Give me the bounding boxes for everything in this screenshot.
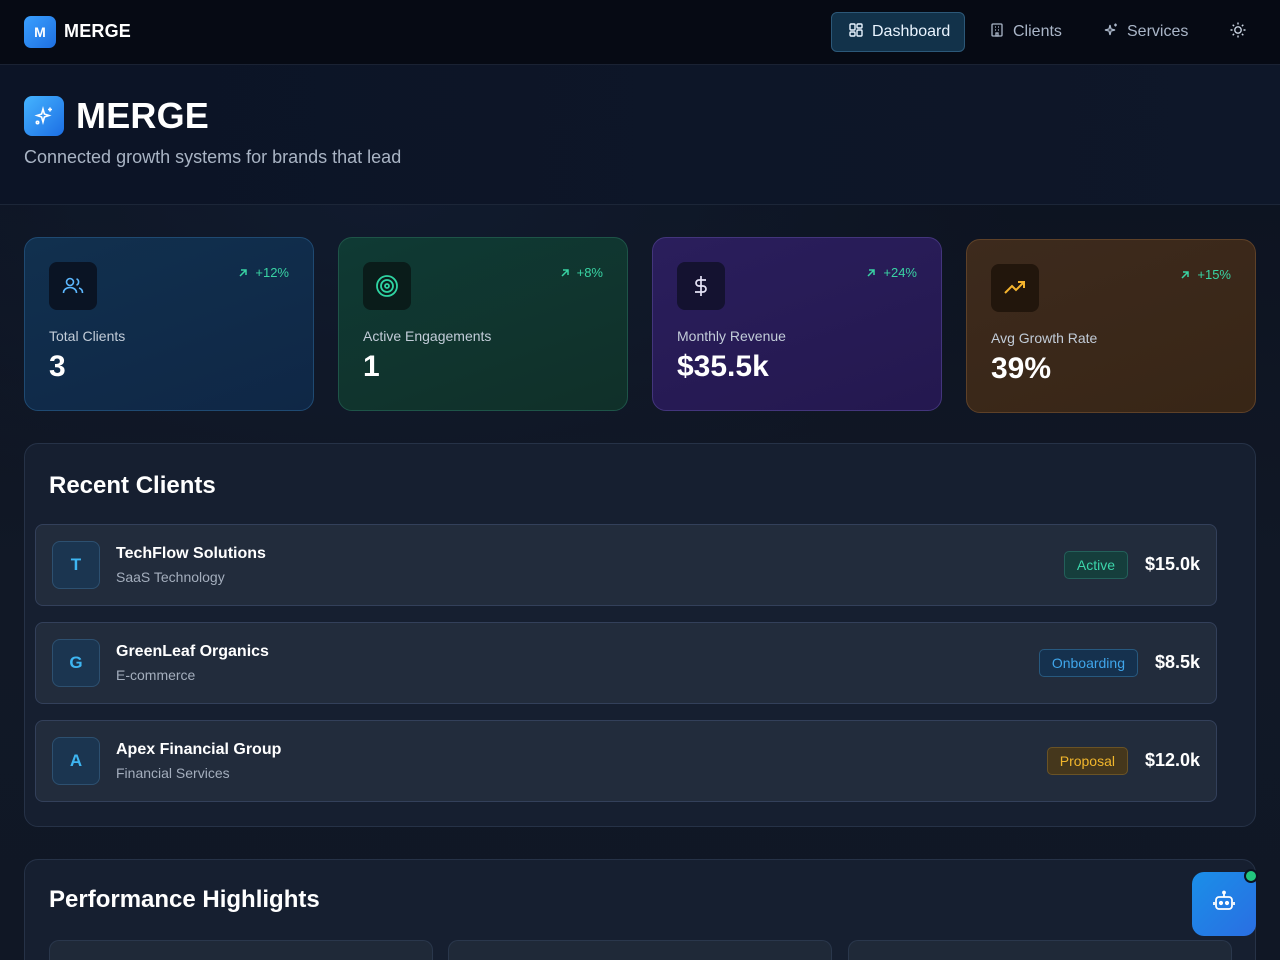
stat-value: 3 — [49, 350, 66, 383]
arrow-up-right-icon — [867, 268, 876, 277]
client-row[interactable]: T TechFlow Solutions SaaS Technology Act… — [35, 524, 1217, 606]
client-amount: $12.0k — [1144, 750, 1200, 770]
performance-title: Performance Highlights — [49, 886, 320, 913]
page-subtitle: Connected growth systems for brands that… — [24, 147, 402, 167]
stat-change-value: +12% — [255, 265, 289, 280]
trending-up-icon — [991, 264, 1039, 312]
target-icon — [363, 262, 411, 310]
status-badge: Proposal — [1046, 747, 1128, 775]
stat-card-total-clients[interactable]: +12% Total Clients 3 — [24, 237, 314, 411]
stat-card-avg-growth-rate[interactable]: +15% Avg Growth Rate 39% — [966, 239, 1256, 413]
top-navbar: M MERGE Dashboard Clients Services — [0, 0, 1280, 65]
stat-value: 39% — [991, 352, 1052, 385]
status-badge: Active — [1063, 551, 1128, 579]
client-name: Apex Financial Group — [116, 741, 282, 758]
hero-section: MERGE Connected growth systems for brand… — [0, 65, 1280, 205]
logo-text[interactable]: MERGE — [64, 21, 131, 42]
recent-clients-panel: Recent Clients T TechFlow Solutions SaaS… — [24, 443, 1256, 827]
client-industry: E-commerce — [116, 667, 196, 683]
client-industry: Financial Services — [116, 765, 230, 781]
dollar-icon — [677, 262, 725, 310]
stat-value: $35.5k — [677, 350, 769, 383]
stat-change: +24% — [865, 265, 917, 280]
online-status-dot — [1244, 869, 1258, 883]
stat-change: +8% — [559, 265, 603, 280]
client-name: GreenLeaf Organics — [116, 643, 269, 660]
nav-dashboard[interactable]: Dashboard — [831, 12, 965, 52]
highlight-card[interactable] — [448, 940, 832, 960]
nav-services[interactable]: Services — [1087, 12, 1204, 52]
client-amount: $8.5k — [1154, 652, 1200, 672]
users-icon — [49, 262, 97, 310]
stat-change-value: +15% — [1197, 267, 1231, 282]
client-row[interactable]: G GreenLeaf Organics E-commerce Onboardi… — [35, 622, 1217, 704]
sparkles-icon — [1103, 22, 1119, 43]
theme-toggle-button[interactable] — [1226, 20, 1250, 44]
dashboard-icon — [848, 22, 864, 43]
arrow-up-right-icon — [561, 268, 569, 277]
client-amount: $15.0k — [1144, 554, 1200, 574]
stat-change: +15% — [1179, 267, 1231, 282]
client-name: TechFlow Solutions — [116, 545, 266, 562]
client-avatar: G — [52, 639, 100, 687]
stat-card-active-engagements[interactable]: +8% Active Engagements 1 — [338, 237, 628, 411]
stat-value: 1 — [363, 350, 380, 383]
highlight-card[interactable] — [848, 940, 1232, 960]
status-badge: Onboarding — [1038, 649, 1138, 677]
highlight-card[interactable] — [49, 940, 433, 960]
client-avatar: A — [52, 737, 100, 785]
client-row[interactable]: A Apex Financial Group Financial Service… — [35, 720, 1217, 802]
stat-label: Active Engagements — [363, 328, 492, 344]
recent-clients-title: Recent Clients — [49, 472, 216, 499]
nav-clients[interactable]: Clients — [973, 12, 1078, 52]
client-avatar: T — [52, 541, 100, 589]
arrow-up-right-icon — [1181, 270, 1190, 279]
stat-label: Total Clients — [49, 328, 126, 344]
sun-icon — [1229, 21, 1247, 44]
nav-services-label: Services — [1127, 23, 1189, 40]
client-industry: SaaS Technology — [116, 569, 225, 585]
stat-label: Monthly Revenue — [677, 328, 786, 344]
building-icon — [989, 22, 1005, 43]
stat-change-value: +24% — [883, 265, 917, 280]
performance-panel: Performance Highlights — [24, 859, 1256, 960]
stat-change-value: +8% — [576, 265, 603, 280]
arrow-up-right-icon — [239, 268, 248, 277]
stat-card-monthly-revenue[interactable]: +24% Monthly Revenue $35.5k — [652, 237, 942, 411]
nav-clients-label: Clients — [1013, 23, 1062, 40]
stat-label: Avg Growth Rate — [991, 330, 1098, 346]
bot-icon — [1211, 889, 1237, 920]
page-title: MERGE — [76, 95, 210, 136]
nav-dashboard-label: Dashboard — [872, 23, 951, 40]
hero-sparkles-icon — [24, 96, 64, 136]
logo-badge[interactable]: M — [24, 16, 56, 48]
stat-change: +12% — [237, 265, 289, 280]
